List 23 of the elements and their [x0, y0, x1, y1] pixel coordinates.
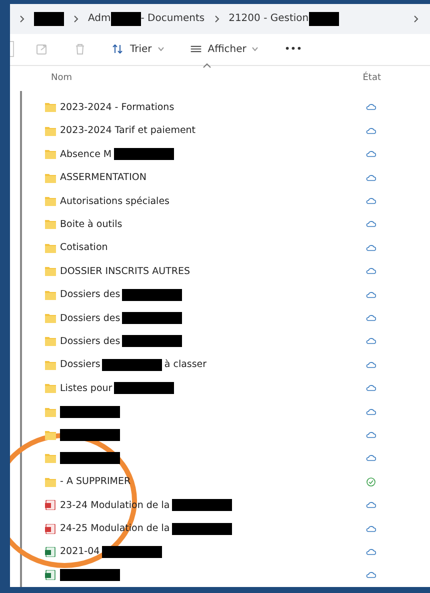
file-name[interactable]: Dossiers des	[60, 312, 120, 324]
column-header[interactable]: Nom	[51, 72, 72, 83]
file-name[interactable]: ASSERMENTATION	[60, 172, 146, 184]
breadcrumb-text[interactable]: Adm	[88, 13, 111, 24]
sort-button[interactable]: Trier	[108, 41, 168, 58]
file-name[interactable]: Boite à outils	[60, 218, 122, 230]
more-button[interactable]: •••	[280, 42, 306, 57]
file-name[interactable]: 2023-2024 - Formations	[60, 102, 174, 113]
breadcrumb-text[interactable]: 21200 - Gestion	[228, 13, 309, 24]
file-name[interactable]: Dossiers	[60, 359, 100, 370]
view-button[interactable]: Afficher	[186, 41, 262, 58]
file-name[interactable]: Absence M	[60, 148, 112, 160]
file-name[interactable]: DOSSIER INSCRITS AUTRES	[60, 266, 190, 277]
file-name[interactable]: à classer	[164, 359, 207, 370]
file-name[interactable]: Autorisations spéciales	[60, 196, 170, 207]
file-name[interactable]: 2023-2024 Tarif et paiement	[60, 125, 196, 136]
file-name[interactable]: Cotisation	[60, 242, 108, 254]
breadcrumb-text[interactable]: - Documents	[140, 13, 205, 24]
file-name[interactable]: Dossiers des	[60, 289, 120, 300]
file-name[interactable]: 2021-04	[60, 546, 100, 558]
column-header[interactable]: État	[362, 72, 381, 83]
file-name[interactable]: Listes pour	[60, 382, 112, 394]
file-name[interactable]: Dossiers des	[60, 336, 120, 347]
